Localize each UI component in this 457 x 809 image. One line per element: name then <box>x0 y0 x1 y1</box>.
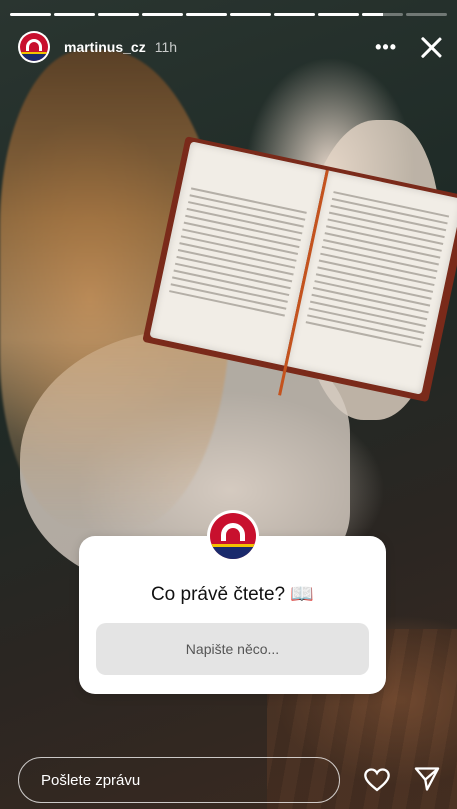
sticker-question: Co právě čtete? 📖 <box>150 584 315 605</box>
progress-segment <box>186 13 227 16</box>
progress-segment <box>98 13 139 16</box>
progress-segment <box>10 13 51 16</box>
martinus-logo-icon <box>210 513 256 559</box>
story-progress-bar <box>10 13 447 16</box>
progress-segment <box>318 13 359 16</box>
username[interactable]: martinus_cz <box>64 39 146 55</box>
avatar[interactable] <box>18 31 50 63</box>
progress-segment <box>230 13 271 16</box>
martinus-logo-icon <box>20 33 48 61</box>
reply-input[interactable]: Pošlete zprávu <box>18 757 340 803</box>
progress-segment <box>406 13 447 16</box>
sticker-avatar <box>207 510 259 562</box>
send-icon[interactable] <box>413 765 441 793</box>
progress-segment <box>274 13 315 16</box>
progress-segment <box>142 13 183 16</box>
close-icon[interactable] <box>419 35 443 59</box>
heart-icon[interactable] <box>363 766 391 794</box>
story-viewer[interactable]: martinus_cz 11h ••• Co právě čtete? 📖 Na… <box>0 0 457 809</box>
more-options-icon[interactable]: ••• <box>375 37 397 58</box>
progress-segment <box>362 13 403 16</box>
story-header: martinus_cz 11h ••• <box>18 30 443 64</box>
timestamp: 11h <box>154 39 178 55</box>
progress-segment <box>54 13 95 16</box>
sticker-answer-input[interactable]: Napište něco... <box>96 623 369 675</box>
